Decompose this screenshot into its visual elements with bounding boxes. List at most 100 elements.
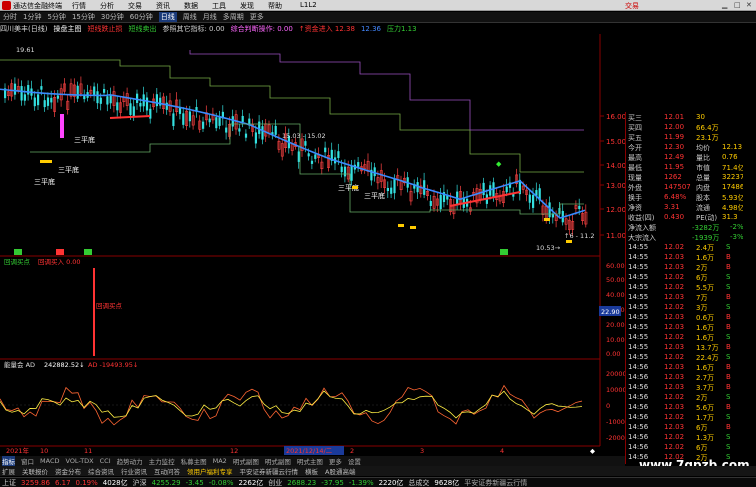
minimize-icon[interactable]: ▁	[722, 1, 727, 9]
menu-item-market[interactable]: 行情	[72, 1, 86, 11]
quote-row: 最低 11.95 市值 71.4亿	[626, 162, 743, 172]
tick-row: 14:56 12.03 5.6万 B	[626, 402, 743, 412]
menu-item-data[interactable]: 数据	[184, 1, 198, 11]
indicator-tab[interactable]: 趋势动力	[117, 456, 143, 466]
feature-link[interactable]: 互动问答	[154, 466, 180, 476]
quote-extra: 174868	[722, 183, 743, 191]
trade-button[interactable]: 交易	[625, 1, 639, 11]
indicator-tab[interactable]: 私募主图	[181, 456, 207, 466]
tick-side: B	[726, 343, 731, 351]
quote-volume: 30	[696, 113, 705, 121]
quote-row: 买五 11.99 23.1万	[626, 132, 743, 142]
candle-body	[386, 187, 389, 192]
tick-side: B	[726, 323, 731, 331]
tick-row: 14:55 12.02 5.5万 S	[626, 282, 743, 292]
indicator-tab[interactable]: 明式副图	[233, 456, 259, 466]
price-tick-label: 16.00	[606, 113, 626, 121]
menu-item-help[interactable]: 帮助	[268, 1, 282, 11]
index-pct: -1.39%	[348, 478, 374, 487]
indicator-value: 压力1.13	[387, 25, 417, 33]
indicator-tab[interactable]: CCI	[100, 457, 111, 465]
tick-side: B	[726, 383, 731, 391]
indicator-tab[interactable]: 指标	[2, 456, 15, 466]
index-pct: 0.19%	[75, 478, 98, 487]
tick-price: 12.02	[664, 443, 685, 451]
feature-link[interactable]: 综合资讯	[88, 466, 114, 476]
pane3-value: 242882.52↓	[44, 361, 85, 369]
signal-flag	[84, 249, 92, 255]
tick-time: 14:55	[628, 253, 649, 261]
tick-time: 14:56	[628, 413, 649, 421]
tick-row: 14:55 12.03 7万 B	[626, 292, 743, 302]
signal-marker	[40, 160, 46, 163]
tick-row: 14:55 12.02 22.4万 S	[626, 352, 743, 362]
period-tab[interactable]: 5分钟	[47, 12, 65, 22]
signal-flag	[56, 249, 64, 255]
tick-price: 12.03	[664, 293, 685, 301]
period-tab[interactable]: 更多	[250, 12, 264, 22]
candle-body	[106, 96, 109, 105]
candle-body	[37, 94, 40, 106]
feature-link[interactable]: 关联报价	[22, 466, 48, 476]
menu-item-tools[interactable]: 工具	[212, 1, 226, 11]
feature-link[interactable]: 平安证券新疆云行情	[240, 466, 299, 476]
period-tab[interactable]: 30分钟	[101, 12, 124, 22]
menu-item-news[interactable]: 资讯	[156, 1, 170, 11]
feature-link[interactable]: 扩展	[2, 466, 15, 476]
indicator-tab[interactable]: 窗口	[21, 456, 34, 466]
menu-item-trade[interactable]: 交易	[128, 1, 142, 11]
date-tick-label: 2021/12/14/二	[286, 447, 333, 455]
period-tab[interactable]: 60分钟	[130, 12, 153, 22]
period-tab[interactable]: 月线	[203, 12, 217, 22]
pane2-title: 回调买点	[4, 257, 31, 266]
tick-time: 14:56	[628, 393, 649, 401]
indicator-tab[interactable]: MACD	[40, 457, 59, 465]
tick-time: 14:55	[628, 243, 649, 251]
indicator-tab[interactable]: VOL-TDX	[65, 457, 93, 465]
index-amount: 2220亿	[378, 478, 404, 487]
quote-extra: 12.13	[722, 143, 743, 151]
quote-row: 今开 12.30 均价 12.13	[626, 142, 743, 152]
feature-link[interactable]: 横板	[305, 466, 318, 476]
quote-price: 12.01	[664, 113, 685, 121]
indicator-tab[interactable]: 主力监控	[149, 456, 175, 466]
signal-marker	[544, 218, 550, 221]
indicator-tab[interactable]: 更多	[329, 456, 342, 466]
candle-body	[225, 127, 228, 133]
title-bar: 通达信金融终端 行情 分析 交易 资讯 数据 工具 发现 帮助 L1L2 交易 …	[0, 0, 756, 11]
indicator-value: 参照其它指标: 0.00	[162, 25, 225, 33]
index-change: -3.45	[185, 478, 204, 487]
period-tab[interactable]: 日线	[158, 12, 177, 22]
feature-link[interactable]: 领用户福利专享	[187, 466, 233, 476]
indicator-tab[interactable]: MA2	[213, 457, 227, 465]
tick-side: B	[726, 313, 731, 321]
pane3-tick-label: 10000	[606, 386, 627, 394]
feature-link[interactable]: 资金分布	[55, 466, 81, 476]
menu-item-analysis[interactable]: 分析	[100, 1, 114, 11]
period-tab[interactable]: 周线	[183, 12, 197, 22]
maximize-icon[interactable]: □	[734, 1, 741, 9]
feature-link[interactable]: A股通高端	[325, 466, 355, 476]
indicator-tab[interactable]: 明式副图	[265, 456, 291, 466]
period-tab[interactable]: 1分钟	[23, 12, 41, 22]
main-menu: 行情 分析 交易 资讯 数据 工具 发现 帮助	[72, 1, 296, 11]
signal-marker	[46, 160, 52, 163]
close-icon[interactable]: ✕	[746, 1, 752, 9]
indicator-tab[interactable]: 设置	[348, 456, 361, 466]
candle-body	[340, 166, 343, 173]
candle-body	[132, 106, 135, 118]
menu-item-discover[interactable]: 发现	[240, 1, 254, 11]
candle-body	[505, 186, 508, 193]
indicator-tab[interactable]: 明式主图	[297, 456, 323, 466]
feature-link[interactable]: 行业资讯	[121, 466, 147, 476]
quote-row: 外盘147507内盘174868	[626, 182, 743, 192]
period-tab[interactable]: 分时	[3, 12, 17, 22]
candle-body	[274, 125, 277, 135]
flow-pct: -2%	[730, 223, 743, 231]
candle-body	[429, 200, 432, 206]
tick-price: 12.03	[664, 253, 685, 261]
period-tab[interactable]: 15分钟	[72, 12, 95, 22]
tick-row: 14:55 12.02 6万 S	[626, 272, 743, 282]
low-price-marker: 10.53→	[536, 244, 561, 252]
period-tab[interactable]: 多周期	[223, 12, 244, 22]
